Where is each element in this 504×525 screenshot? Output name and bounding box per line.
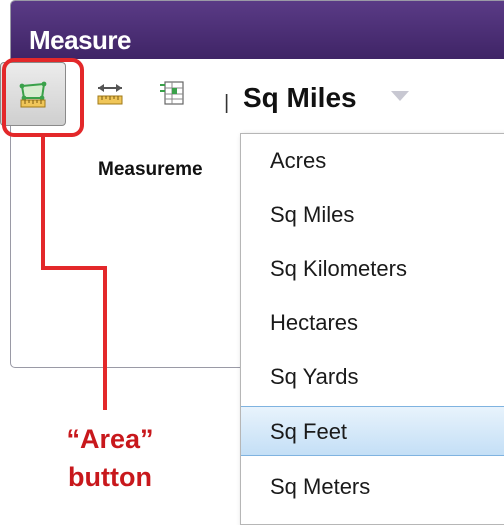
toolbar-separator: | — [224, 92, 230, 114]
units-dropdown[interactable]: Sq Miles — [243, 82, 357, 114]
menu-item-sq-miles[interactable]: Sq Miles — [241, 190, 504, 240]
area-button-callout: “Area” button — [40, 420, 180, 496]
location-measure-icon — [160, 81, 184, 105]
callout-line-2: button — [68, 462, 152, 492]
annotation-line-vertical-1 — [41, 136, 45, 270]
location-button[interactable] — [140, 62, 206, 126]
menu-item-sq-feet[interactable]: Sq Feet — [241, 406, 504, 456]
area-button-highlight — [2, 58, 84, 137]
menu-item-sq-meters[interactable]: Sq Meters — [241, 462, 504, 512]
distance-button[interactable] — [78, 62, 144, 126]
menu-item-sq-yards[interactable]: Sq Yards — [241, 352, 504, 402]
panel-titlebar: Measure — [11, 1, 504, 59]
annotation-line-vertical-2 — [103, 266, 107, 410]
menu-item-hectares[interactable]: Hectares — [241, 298, 504, 348]
panel-title: Measure — [29, 25, 132, 55]
annotation-line-horizontal — [41, 266, 107, 270]
units-menu: Acres Sq Miles Sq Kilometers Hectares Sq… — [240, 133, 504, 525]
distance-measure-icon — [97, 84, 123, 105]
measurement-label: Measureme — [98, 159, 203, 180]
menu-item-acres[interactable]: Acres — [241, 136, 504, 186]
chevron-down-icon[interactable] — [391, 91, 409, 101]
menu-item-sq-kilometers[interactable]: Sq Kilometers — [241, 244, 504, 294]
callout-line-1: “Area” — [66, 424, 154, 454]
